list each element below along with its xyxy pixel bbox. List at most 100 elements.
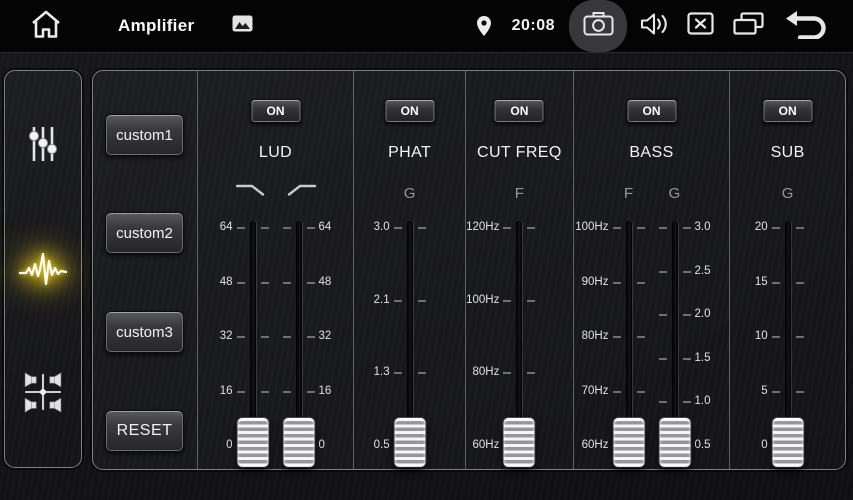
home-icon <box>28 9 64 44</box>
tick-mark <box>796 227 804 229</box>
scale-label: 32 <box>319 330 332 342</box>
camera-button[interactable] <box>569 0 627 52</box>
sidebar-item-equalizer[interactable] <box>18 119 68 172</box>
tick-mark <box>683 401 691 403</box>
tick-mark <box>527 300 535 302</box>
tick-mark <box>683 358 691 360</box>
sidebar-item-fader-balance[interactable] <box>18 367 68 420</box>
tick-mark <box>613 336 621 338</box>
lud-slider-1: 644832160 <box>296 219 302 463</box>
slider-thumb[interactable] <box>659 418 690 467</box>
cut-freq-on-button[interactable]: ON <box>494 99 545 123</box>
volume-button[interactable] <box>639 11 669 42</box>
scale-label: 1.3 <box>374 366 390 378</box>
lud-sliders: 644832160644832160 <box>198 219 354 463</box>
reset-button[interactable]: RESET <box>105 410 184 452</box>
scale-label: 60Hz <box>473 439 500 451</box>
channel-cut-freq: ONCUT FREQF120Hz100Hz80Hz60Hz <box>465 71 573 469</box>
scale-label: 2.1 <box>374 294 390 306</box>
scale-label: 16 <box>319 385 332 397</box>
phat-slider-g: G3.02.11.30.5 <box>407 219 413 463</box>
scale-label: 100Hz <box>575 221 608 233</box>
channel-bass: ONBASSF100Hz90Hz80Hz70Hz60HzG3.02.52.01.… <box>573 71 730 469</box>
lowpass-curve-icon <box>235 181 271 198</box>
scale-label: 1.0 <box>695 395 711 407</box>
tick-mark <box>772 227 780 229</box>
scale-label: 32 <box>220 330 233 342</box>
presets-column: custom1 custom2 custom3 RESET <box>93 71 197 469</box>
tick-mark <box>796 391 804 393</box>
channel-title-sub: SUB <box>730 144 845 162</box>
bass-sliders: F100Hz90Hz80Hz70Hz60HzG3.02.52.01.51.00.… <box>574 219 730 463</box>
scale-label: 100Hz <box>466 294 499 306</box>
close-app-button[interactable] <box>687 12 714 40</box>
tick-mark <box>418 372 426 374</box>
home-button[interactable] <box>26 9 66 44</box>
sidebar-item-sound-effects[interactable] <box>15 243 71 296</box>
preset-custom2-button[interactable]: custom2 <box>105 212 184 254</box>
close-box-icon <box>687 12 714 40</box>
tick-mark <box>394 300 402 302</box>
band-label-g: G <box>380 185 440 202</box>
tick-mark <box>637 282 645 284</box>
back-button[interactable] <box>783 9 829 44</box>
main-panel: custom1 custom2 custom3 RESET ONLUD64483… <box>92 70 846 470</box>
fader-speakers-icon <box>22 371 64 416</box>
preset-custom3-button[interactable]: custom3 <box>105 311 184 353</box>
amplifier-screen: Amplifier 20:08 <box>0 0 853 500</box>
tick-mark <box>283 336 291 338</box>
equalizer-sliders-icon <box>22 123 64 168</box>
slider-thumb[interactable] <box>504 418 535 467</box>
bass-on-button[interactable]: ON <box>626 99 677 123</box>
bass-slider-g: G3.02.52.01.51.00.5 <box>672 219 678 463</box>
scale-label: 60Hz <box>582 439 609 451</box>
phat-sliders: G3.02.11.30.5 <box>354 219 465 463</box>
sub-slider-g: G20151050 <box>785 219 791 463</box>
wallpaper-button[interactable] <box>232 15 253 37</box>
scale-label: 48 <box>220 276 233 288</box>
scale-label: 80Hz <box>582 330 609 342</box>
phat-on-button[interactable]: ON <box>384 99 435 123</box>
slider-thumb[interactable] <box>772 418 803 467</box>
tick-mark <box>261 336 269 338</box>
channel-sub: ON SUB G20151050 <box>729 71 845 469</box>
tick-mark <box>613 391 621 393</box>
scale-label: 16 <box>220 385 233 397</box>
highpass-curve-icon <box>281 181 317 198</box>
tick-mark <box>307 391 315 393</box>
tick-mark <box>527 227 535 229</box>
scale-label: 2.0 <box>695 308 711 320</box>
tick-mark <box>659 358 667 360</box>
tick-mark <box>659 227 667 229</box>
tick-mark <box>503 300 511 302</box>
tick-mark <box>683 314 691 316</box>
tick-mark <box>503 372 511 374</box>
tick-mark <box>772 336 780 338</box>
slider-thumb[interactable] <box>613 418 644 467</box>
sub-on-button[interactable]: ON <box>762 99 813 123</box>
scale-label: 64 <box>319 221 332 233</box>
scale-label: 48 <box>319 276 332 288</box>
location-pin-icon <box>476 15 492 37</box>
preset-custom1-button[interactable]: custom1 <box>105 114 184 156</box>
slider-thumb[interactable] <box>394 418 425 467</box>
band-label-f: F <box>489 185 549 202</box>
sidebar <box>4 70 82 468</box>
tick-mark <box>683 227 691 229</box>
tick-mark <box>527 372 535 374</box>
channel-title-cut-freq: CUT FREQ <box>466 144 573 162</box>
lud-on-button[interactable]: ON <box>250 99 301 123</box>
scale-label: 70Hz <box>582 385 609 397</box>
slider-thumb[interactable] <box>237 418 268 467</box>
channel-title-phat: PHAT <box>354 144 465 162</box>
slider-thumb[interactable] <box>283 418 314 467</box>
scale-label: 1.5 <box>695 352 711 364</box>
tick-mark <box>283 391 291 393</box>
tick-mark <box>637 391 645 393</box>
recent-apps-button[interactable] <box>732 11 765 41</box>
tick-mark <box>659 271 667 273</box>
band-label-g: G <box>758 185 818 202</box>
scale-label: 15 <box>755 276 768 288</box>
tick-mark <box>307 336 315 338</box>
band-label-g: G <box>645 185 705 202</box>
